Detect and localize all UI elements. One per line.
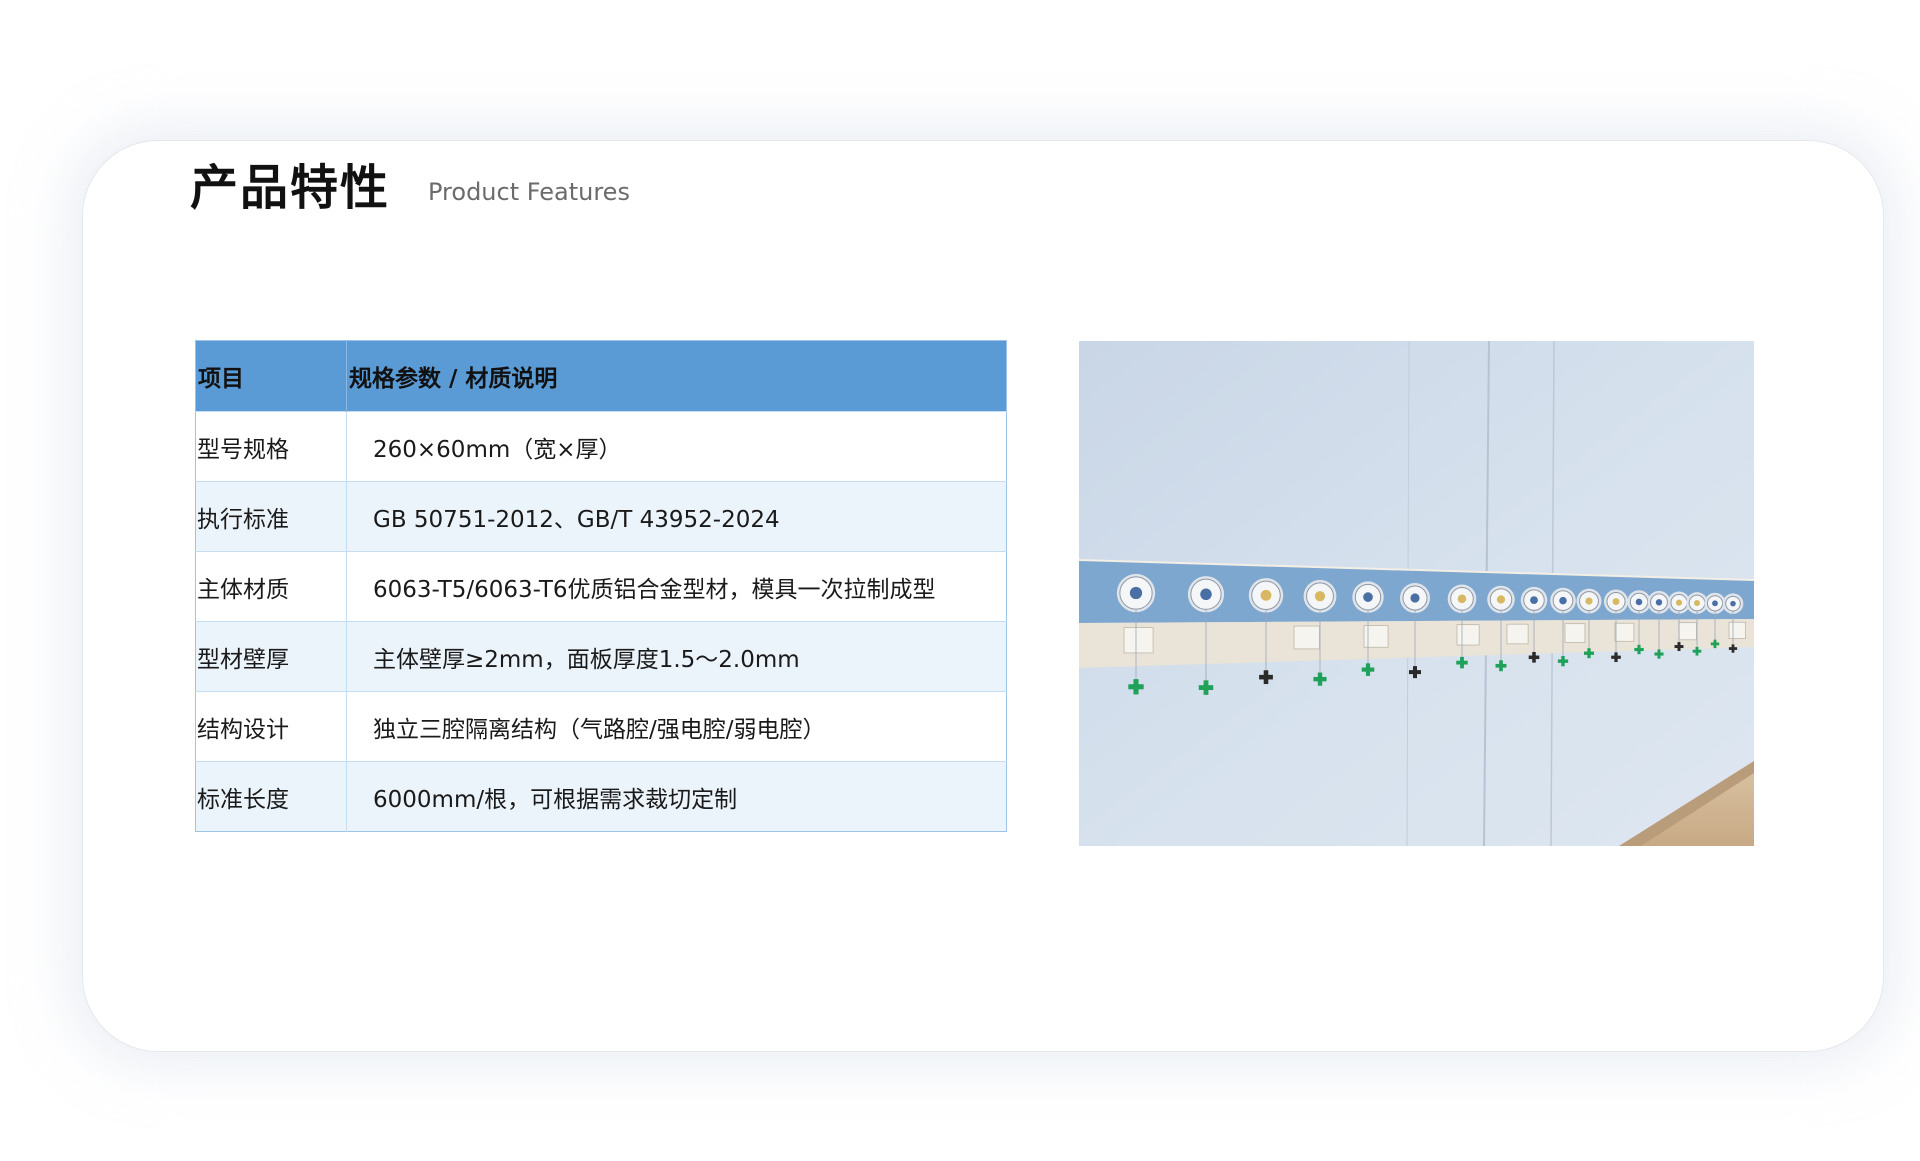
page-title: 产品特性: [190, 160, 391, 216]
outlet-core: [1635, 598, 1643, 606]
key-bar: [1561, 656, 1565, 667]
socket-plate: [1678, 622, 1697, 641]
key-bar: [1731, 644, 1735, 653]
outlet-core: [1675, 599, 1683, 606]
key-bar: [1657, 649, 1661, 659]
outlet-core: [1585, 597, 1593, 605]
key-bar: [1532, 651, 1536, 663]
key-bar: [1263, 670, 1269, 685]
row-item-label: 主体材质: [195, 551, 347, 622]
outlet-core: [1694, 600, 1700, 606]
row-item-label: 结构设计: [195, 691, 347, 762]
key-bar: [1365, 663, 1371, 676]
table-row: 主体材质 6063-T5/6063-T6优质铝合金型材，模具一次拉制成型: [195, 551, 1007, 622]
socket-plate: [1614, 622, 1635, 642]
row-item-value: GB 50751-2012、GB/T 43952-2024: [346, 481, 1007, 552]
table-row: 标准长度 6000mm/根，可根据需求裁切定制: [195, 761, 1007, 832]
socket-plate: [1564, 623, 1586, 643]
outlet-core: [1559, 596, 1567, 605]
key-bar: [1317, 672, 1323, 686]
row-item-value: 独立三腔隔离结构（气路腔/强电腔/弱电腔）: [346, 691, 1007, 762]
bed-head-unit-photo: [1079, 341, 1754, 846]
key-bar: [1614, 652, 1618, 663]
outlet-core: [1314, 591, 1326, 602]
key-bar: [1677, 642, 1681, 651]
spec-table: 项目 规格参数 / 材质说明 型号规格 260×60mm（宽×厚） 执行标准 G…: [195, 340, 1007, 832]
socket-plate: [1293, 625, 1320, 650]
row-item-value: 260×60mm（宽×厚）: [346, 411, 1007, 482]
column-header-value: 规格参数 / 材质说明: [346, 340, 1007, 412]
outlet-core: [1496, 595, 1506, 604]
outlet-core: [1730, 600, 1736, 607]
key-bar: [1412, 666, 1418, 679]
row-item-value: 主体壁厚≥2mm，面板厚度1.5～2.0mm: [346, 621, 1007, 692]
row-item-label: 执行标准: [195, 481, 347, 552]
outlet-core: [1129, 586, 1143, 600]
outlet-core: [1363, 592, 1373, 602]
key-bar: [1460, 656, 1464, 669]
socket-plate: [1456, 624, 1480, 646]
table-row: 结构设计 独立三腔隔离结构（气路腔/强电腔/弱电腔）: [195, 691, 1007, 762]
key-bar: [1695, 646, 1699, 656]
outlet-core: [1200, 588, 1212, 601]
key-bar: [1637, 644, 1641, 655]
outlet-core: [1530, 596, 1538, 604]
outlet-core: [1612, 598, 1620, 605]
key-bar: [1203, 680, 1209, 695]
key-bar: [1133, 679, 1139, 695]
key-bar: [1587, 648, 1591, 659]
page-subtitle: Product Features: [428, 178, 630, 206]
outlet-core: [1410, 593, 1420, 603]
socket-plate: [1506, 623, 1529, 645]
column-header-item: 项目: [195, 340, 347, 412]
socket-plate: [1123, 627, 1154, 654]
table-row: 执行标准 GB 50751-2012、GB/T 43952-2024: [195, 481, 1007, 552]
outlet-core: [1457, 594, 1467, 604]
table-header-row: 项目 规格参数 / 材质说明: [195, 340, 1007, 412]
row-item-value: 6063-T5/6063-T6优质铝合金型材，模具一次拉制成型: [346, 551, 1007, 622]
table-row: 型号规格 260×60mm（宽×厚）: [195, 411, 1007, 482]
table-row: 型材壁厚 主体壁厚≥2mm，面板厚度1.5～2.0mm: [195, 621, 1007, 692]
outlet-core: [1260, 589, 1272, 601]
row-item-label: 型号规格: [195, 411, 347, 482]
row-item-label: 标准长度: [195, 761, 347, 832]
row-item-label: 型材壁厚: [195, 621, 347, 692]
product-photo: [1079, 341, 1754, 846]
socket-plate: [1728, 621, 1746, 639]
outlet-core: [1712, 600, 1718, 607]
key-bar: [1713, 639, 1717, 649]
key-bar: [1499, 660, 1503, 672]
outlet-core: [1655, 599, 1663, 606]
row-item-value: 6000mm/根，可根据需求裁切定制: [346, 761, 1007, 832]
